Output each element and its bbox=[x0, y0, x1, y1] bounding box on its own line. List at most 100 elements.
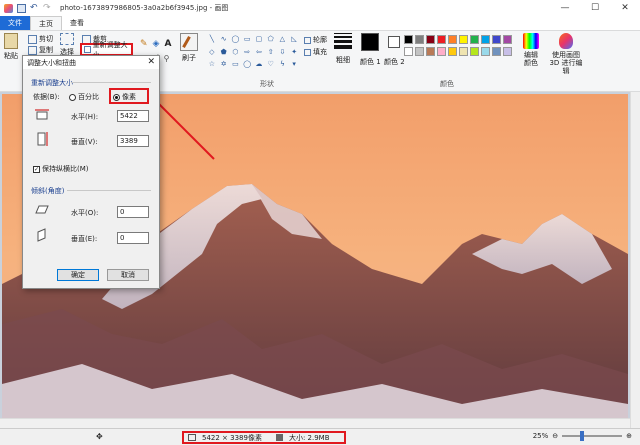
shapes-gallery[interactable]: ╲ ∿ ◯ ▭ ▢ ⬠ △ ◺ ◇ ⬟ ⬡ ⇨ ⇦ ⇧ ⇩ ✦ ☆ ✡ ▭ ◯ ☁ ♡ ϟ ▾ bbox=[207, 35, 299, 71]
right-triangle-shape-icon[interactable]: ◺ bbox=[289, 35, 299, 46]
color1-swatch bbox=[361, 33, 380, 51]
palette-swatch[interactable] bbox=[448, 35, 457, 44]
close-button[interactable]: ✕ bbox=[610, 0, 640, 16]
color1-button[interactable]: 颜色 1 bbox=[360, 33, 381, 67]
zoom-out-button[interactable]: ⊖ bbox=[552, 432, 558, 440]
redo-icon[interactable]: ↷ bbox=[43, 3, 52, 13]
vertical-scrollbar[interactable] bbox=[630, 92, 640, 428]
arrow-right-shape-icon[interactable]: ⇨ bbox=[242, 48, 252, 59]
dialog-title-bar: 调整大小和扭曲 ✕ bbox=[23, 56, 159, 69]
palette-swatch[interactable] bbox=[470, 47, 479, 56]
skew-horizontal-label: 水平(O): bbox=[71, 209, 99, 217]
fill-dropdown[interactable]: 填充 bbox=[304, 47, 327, 57]
lightning-shape-icon[interactable]: ϟ bbox=[278, 60, 288, 71]
undo-icon[interactable]: ↶ bbox=[30, 3, 39, 13]
oval-shape-icon[interactable]: ◯ bbox=[231, 35, 241, 46]
diamond-shape-icon[interactable]: ◇ bbox=[207, 48, 217, 59]
magnifier-icon[interactable]: ⚲ bbox=[164, 54, 170, 63]
color2-button[interactable]: 颜色 2 bbox=[384, 33, 405, 67]
paint3d-button[interactable]: 使用画图 3D 进行编辑 bbox=[548, 33, 584, 75]
palette-swatch[interactable] bbox=[415, 35, 424, 44]
polygon-shape-icon[interactable]: ⬠ bbox=[266, 35, 276, 46]
zoom-slider[interactable] bbox=[562, 431, 623, 441]
fill-bucket-icon[interactable]: ◈ bbox=[153, 39, 160, 49]
copy-button[interactable]: 复制 bbox=[28, 45, 53, 55]
palette-swatch[interactable] bbox=[448, 47, 457, 56]
rounded-rect-shape-icon[interactable]: ▢ bbox=[254, 35, 264, 46]
palette-swatch[interactable] bbox=[426, 35, 435, 44]
color2-swatch bbox=[388, 36, 401, 48]
shape-more-icon[interactable]: ▾ bbox=[289, 60, 299, 71]
callout-cloud-shape-icon[interactable]: ☁ bbox=[254, 60, 264, 71]
hexagon-shape-icon[interactable]: ⬡ bbox=[231, 48, 241, 59]
pentagon-shape-icon[interactable]: ⬟ bbox=[219, 48, 229, 59]
palette-swatch[interactable] bbox=[470, 35, 479, 44]
by-label: 依据(B): bbox=[33, 93, 60, 101]
ok-button[interactable]: 确定 bbox=[57, 269, 99, 281]
palette-swatch[interactable] bbox=[492, 35, 501, 44]
zoom-in-button[interactable]: ⊕ bbox=[626, 432, 632, 440]
line-shape-icon[interactable]: ╲ bbox=[207, 35, 217, 46]
pencil-icon[interactable]: ✎ bbox=[140, 39, 148, 49]
skew-horizontal-input[interactable]: 0 bbox=[117, 206, 149, 218]
palette-swatch[interactable] bbox=[415, 47, 424, 56]
zoom-slider-thumb[interactable] bbox=[580, 431, 585, 441]
save-icon[interactable] bbox=[17, 3, 26, 13]
outline-dropdown[interactable]: 轮廓 bbox=[304, 35, 327, 45]
palette-swatch[interactable] bbox=[404, 35, 413, 44]
callout-oval-shape-icon[interactable]: ◯ bbox=[242, 60, 252, 71]
keep-ratio-checkbox[interactable]: ✓ 保持纵横比(M) bbox=[33, 164, 89, 174]
maximize-button[interactable]: ☐ bbox=[580, 0, 610, 16]
tab-file[interactable]: 文件 bbox=[0, 16, 30, 30]
palette-swatch[interactable] bbox=[459, 47, 468, 56]
horizontal-input[interactable]: 5422 bbox=[117, 110, 149, 122]
palette-swatch[interactable] bbox=[459, 35, 468, 44]
tab-view[interactable]: 查看 bbox=[62, 16, 92, 30]
cancel-button[interactable]: 取消 bbox=[107, 269, 149, 281]
image-info-highlight: 5422 × 3389像素 大小: 2.9MB bbox=[182, 431, 346, 444]
tools-group: ✎ ◈ A bbox=[140, 39, 171, 49]
palette-swatch[interactable] bbox=[481, 35, 490, 44]
brush-button[interactable]: 刷子 bbox=[180, 33, 198, 63]
rect-shape-icon[interactable]: ▭ bbox=[242, 35, 252, 46]
percent-radio[interactable]: 百分比 bbox=[69, 92, 99, 102]
star6-shape-icon[interactable]: ✡ bbox=[219, 60, 229, 71]
pixels-radio[interactable]: 像素 bbox=[113, 92, 136, 102]
size-button[interactable]: 粗细 bbox=[334, 33, 352, 65]
palette-swatch[interactable] bbox=[503, 35, 512, 44]
vertical-input[interactable]: 3389 bbox=[117, 135, 149, 147]
vertical-resize-icon bbox=[37, 132, 48, 146]
fill-icon bbox=[304, 48, 311, 56]
text-icon[interactable]: A bbox=[164, 39, 171, 49]
dialog-close-button[interactable]: ✕ bbox=[147, 57, 155, 67]
select-button[interactable]: 选择 bbox=[60, 33, 74, 57]
arrow-down-shape-icon[interactable]: ⇩ bbox=[278, 48, 288, 59]
section-divider bbox=[67, 190, 151, 191]
select-rect-icon bbox=[60, 33, 74, 45]
cut-button[interactable]: 剪切 bbox=[28, 34, 53, 44]
copy-icon bbox=[28, 45, 37, 55]
curve-shape-icon[interactable]: ∿ bbox=[219, 35, 229, 46]
horizontal-scrollbar[interactable] bbox=[0, 418, 630, 428]
palette-swatch[interactable] bbox=[437, 47, 446, 56]
tab-home[interactable]: 主页 bbox=[30, 16, 62, 30]
palette-swatch[interactable] bbox=[404, 47, 413, 56]
heart-shape-icon[interactable]: ♡ bbox=[266, 60, 276, 71]
palette-swatch[interactable] bbox=[481, 47, 490, 56]
palette-swatch[interactable] bbox=[492, 47, 501, 56]
arrow-up-shape-icon[interactable]: ⇧ bbox=[266, 48, 276, 59]
palette-swatch[interactable] bbox=[426, 47, 435, 56]
skew-vertical-input[interactable]: 0 bbox=[117, 232, 149, 244]
paste-button[interactable]: 粘贴 bbox=[4, 33, 18, 61]
palette-swatch[interactable] bbox=[503, 47, 512, 56]
triangle-shape-icon[interactable]: △ bbox=[278, 35, 288, 46]
edit-colors-button[interactable]: 编辑颜色 bbox=[520, 33, 542, 67]
star5-shape-icon[interactable]: ☆ bbox=[207, 60, 217, 71]
minimize-button[interactable]: — bbox=[550, 0, 580, 16]
star4-shape-icon[interactable]: ✦ bbox=[289, 48, 299, 59]
palette-swatch[interactable] bbox=[437, 35, 446, 44]
callout-rect-shape-icon[interactable]: ▭ bbox=[231, 60, 241, 71]
title-bar: ↶ ↷ photo-1673897986805-3a0a2b6f3945.jpg… bbox=[0, 0, 640, 16]
arrow-left-shape-icon[interactable]: ⇦ bbox=[254, 48, 264, 59]
window-title: photo-1673897986805-3a0a2b6f3945.jpg - 画… bbox=[60, 4, 229, 12]
